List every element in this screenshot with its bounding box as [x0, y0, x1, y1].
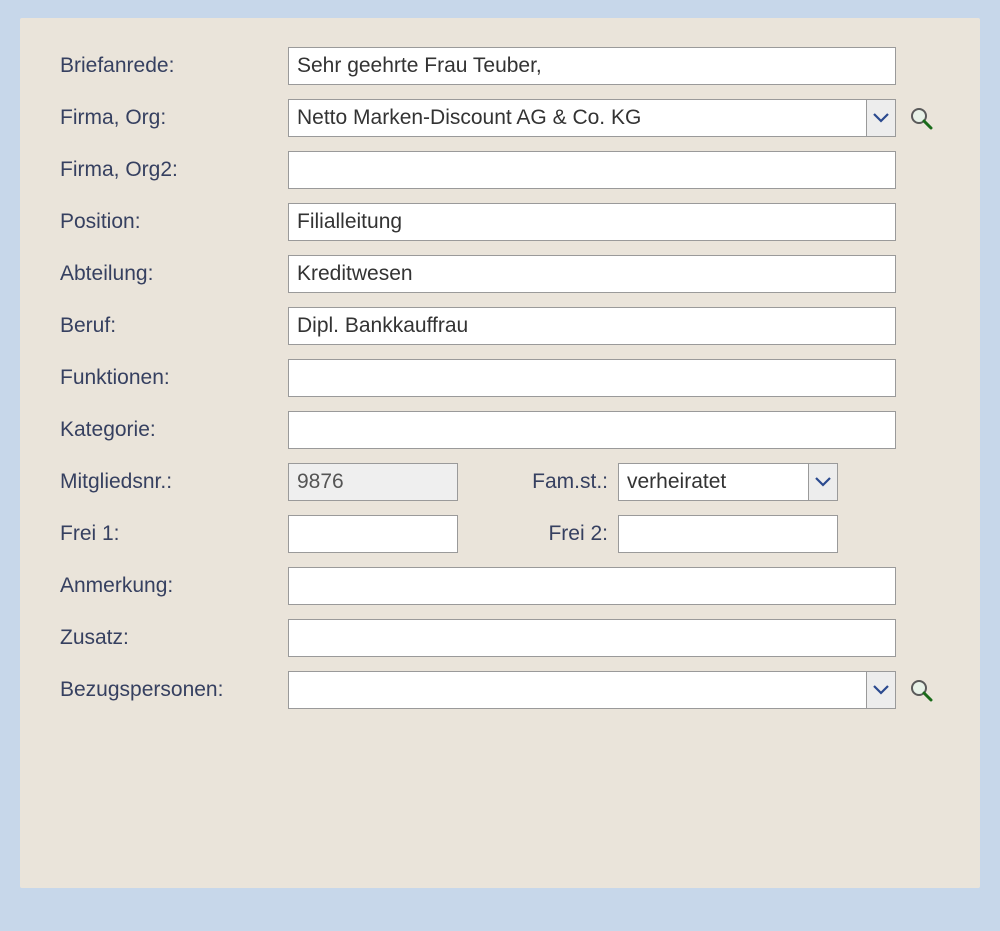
- bezugspersonen-search-button[interactable]: [906, 675, 936, 705]
- famst-input[interactable]: [618, 463, 808, 501]
- row-bezugspersonen: Bezugspersonen:: [60, 670, 960, 710]
- label-frei2: Frei 2:: [458, 522, 618, 546]
- chevron-down-icon: [873, 113, 889, 123]
- label-anmerkung: Anmerkung:: [60, 574, 288, 598]
- firma-org-search-button[interactable]: [906, 103, 936, 133]
- firma-org-dropdown-button[interactable]: [866, 99, 896, 137]
- bezugspersonen-dropdown-button[interactable]: [866, 671, 896, 709]
- label-beruf: Beruf:: [60, 314, 288, 338]
- label-zusatz: Zusatz:: [60, 626, 288, 650]
- mitgliedsnr-input: [288, 463, 458, 501]
- chevron-down-icon: [815, 477, 831, 487]
- search-icon: [909, 678, 933, 702]
- position-input[interactable]: [288, 203, 896, 241]
- label-funktionen: Funktionen:: [60, 366, 288, 390]
- label-position: Position:: [60, 210, 288, 234]
- contact-form-panel: Briefanrede: Firma, Org: Firma, Org2: Po…: [20, 18, 980, 888]
- frei1-input[interactable]: [288, 515, 458, 553]
- firma-org2-input[interactable]: [288, 151, 896, 189]
- famst-dropdown-button[interactable]: [808, 463, 838, 501]
- label-famst: Fam.st.:: [458, 470, 618, 494]
- bezugspersonen-input[interactable]: [288, 671, 866, 709]
- row-mitgliedsnr-famst: Mitgliedsnr.: Fam.st.:: [60, 462, 960, 502]
- row-beruf: Beruf:: [60, 306, 960, 346]
- beruf-input[interactable]: [288, 307, 896, 345]
- row-zusatz: Zusatz:: [60, 618, 960, 658]
- kategorie-input[interactable]: [288, 411, 896, 449]
- row-briefanrede: Briefanrede:: [60, 46, 960, 86]
- label-firma-org: Firma, Org:: [60, 106, 288, 130]
- label-kategorie: Kategorie:: [60, 418, 288, 442]
- abteilung-input[interactable]: [288, 255, 896, 293]
- row-funktionen: Funktionen:: [60, 358, 960, 398]
- chevron-down-icon: [873, 685, 889, 695]
- search-icon: [909, 106, 933, 130]
- briefanrede-input[interactable]: [288, 47, 896, 85]
- label-briefanrede: Briefanrede:: [60, 54, 288, 78]
- row-abteilung: Abteilung:: [60, 254, 960, 294]
- funktionen-input[interactable]: [288, 359, 896, 397]
- label-bezugspersonen: Bezugspersonen:: [60, 678, 288, 702]
- row-anmerkung: Anmerkung:: [60, 566, 960, 606]
- firma-org-input[interactable]: [288, 99, 866, 137]
- frei2-input[interactable]: [618, 515, 838, 553]
- zusatz-input[interactable]: [288, 619, 896, 657]
- anmerkung-input[interactable]: [288, 567, 896, 605]
- row-firma-org2: Firma, Org2:: [60, 150, 960, 190]
- row-kategorie: Kategorie:: [60, 410, 960, 450]
- bezugspersonen-combo: [288, 671, 896, 709]
- label-frei1: Frei 1:: [60, 522, 288, 546]
- firma-org-combo: [288, 99, 896, 137]
- famst-combo: [618, 463, 838, 501]
- label-mitgliedsnr: Mitgliedsnr.:: [60, 470, 288, 494]
- label-firma-org2: Firma, Org2:: [60, 158, 288, 182]
- row-position: Position:: [60, 202, 960, 242]
- label-abteilung: Abteilung:: [60, 262, 288, 286]
- row-firma-org: Firma, Org:: [60, 98, 960, 138]
- row-frei: Frei 1: Frei 2:: [60, 514, 960, 554]
